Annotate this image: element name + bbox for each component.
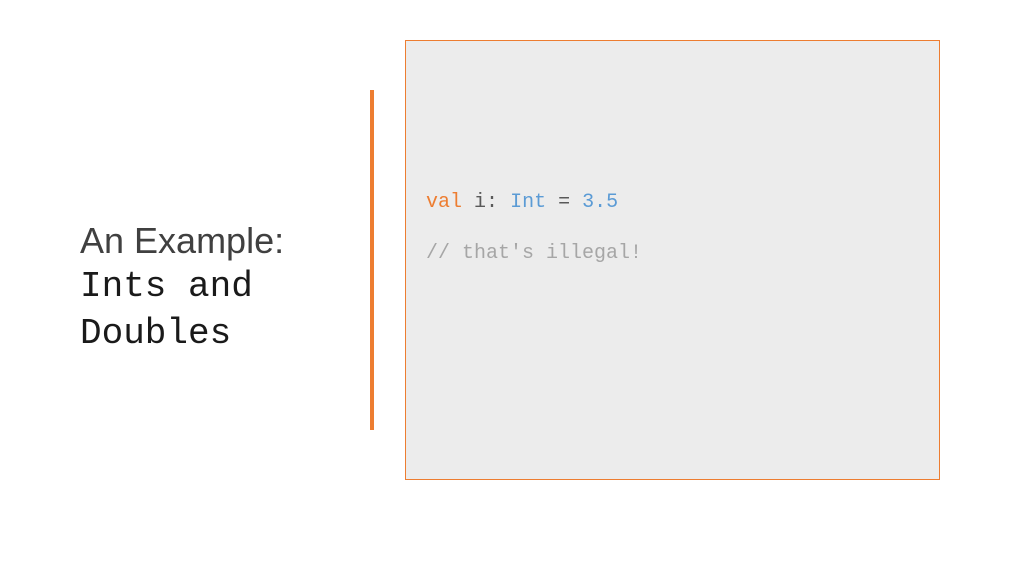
vertical-divider [370,90,374,430]
code-line-2: // that's illegal! [426,242,919,265]
identifier: i [474,191,486,214]
keyword-val: val [426,191,462,214]
type-int: Int [510,191,546,214]
title-line-1: An Example: [80,219,340,262]
colon: : [486,191,510,214]
title-panel: An Example: Ints and Doubles [0,219,360,358]
title-line-2: Ints and Doubles [80,264,340,358]
number-value: 3.5 [582,191,618,214]
code-line-1: val i: Int = 3.5 [426,191,919,214]
slide-container: An Example: Ints and Doubles val i: Int … [0,0,1024,576]
equals-op: = [558,191,570,214]
code-block: val i: Int = 3.5 // that's illegal! [405,40,940,480]
comment-text: // that's illegal! [426,242,642,265]
